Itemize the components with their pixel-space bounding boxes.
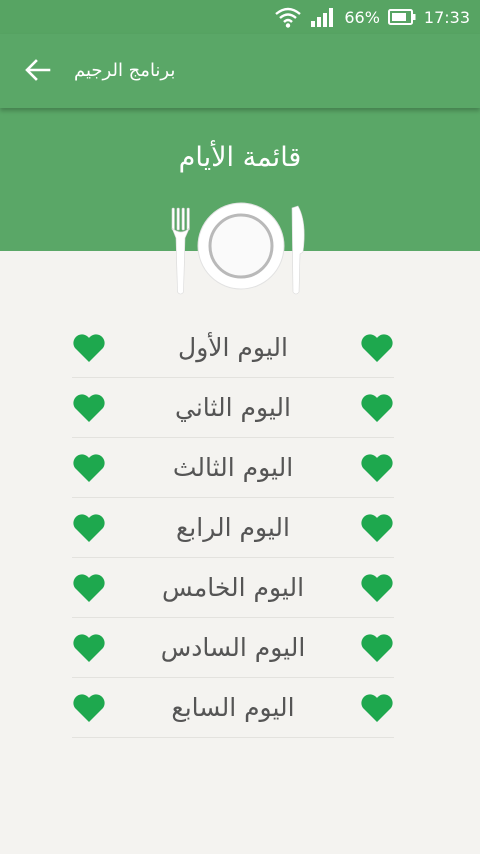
plate-fork-knife-icon: [168, 200, 312, 300]
day-list: اليوم الأول اليوم الثاني اليوم الثالث ال…: [72, 318, 394, 738]
back-button[interactable]: [18, 52, 58, 92]
battery-percent: 66%: [344, 7, 380, 27]
heart-icon: [72, 332, 106, 364]
heart-icon: [360, 632, 394, 664]
list-item[interactable]: اليوم الثالث: [72, 438, 394, 498]
heart-icon: [72, 572, 106, 604]
day-label: اليوم الأول: [178, 333, 288, 362]
day-label: اليوم الرابع: [175, 513, 290, 542]
heart-icon: [360, 572, 394, 604]
status-icons: 66% 17:33: [274, 0, 470, 34]
app-toolbar: برنامج الرجيم: [0, 34, 480, 108]
list-item[interactable]: اليوم الرابع: [72, 498, 394, 558]
heart-icon: [72, 392, 106, 424]
clock: 17:33: [423, 7, 470, 27]
heart-icon: [360, 692, 394, 724]
heart-icon: [360, 332, 394, 364]
heart-icon: [360, 392, 394, 424]
status-bar: 66% 17:33: [0, 0, 480, 34]
battery-icon: [387, 9, 416, 25]
day-label: اليوم السادس: [160, 633, 306, 662]
list-item[interactable]: اليوم الأول: [72, 318, 394, 378]
day-label: اليوم السابع: [171, 693, 295, 722]
heart-icon: [72, 692, 106, 724]
list-item[interactable]: اليوم الثاني: [72, 378, 394, 438]
page-title: قائمة الأيام: [178, 142, 302, 173]
heart-icon: [360, 452, 394, 484]
signal-icon: [310, 7, 336, 27]
day-label: اليوم الثالث: [172, 453, 294, 482]
heart-icon: [72, 452, 106, 484]
list-item[interactable]: اليوم الخامس: [72, 558, 394, 618]
list-item[interactable]: اليوم السادس: [72, 618, 394, 678]
heart-icon: [72, 632, 106, 664]
list-item[interactable]: اليوم السابع: [72, 678, 394, 738]
day-label: اليوم الخامس: [161, 573, 305, 602]
wifi-icon: [274, 6, 302, 28]
heart-icon: [72, 512, 106, 544]
day-label: اليوم الثاني: [175, 393, 291, 422]
arrow-left-icon: [25, 59, 51, 85]
toolbar-title: برنامج الرجيم: [74, 60, 176, 81]
heart-icon: [360, 512, 394, 544]
